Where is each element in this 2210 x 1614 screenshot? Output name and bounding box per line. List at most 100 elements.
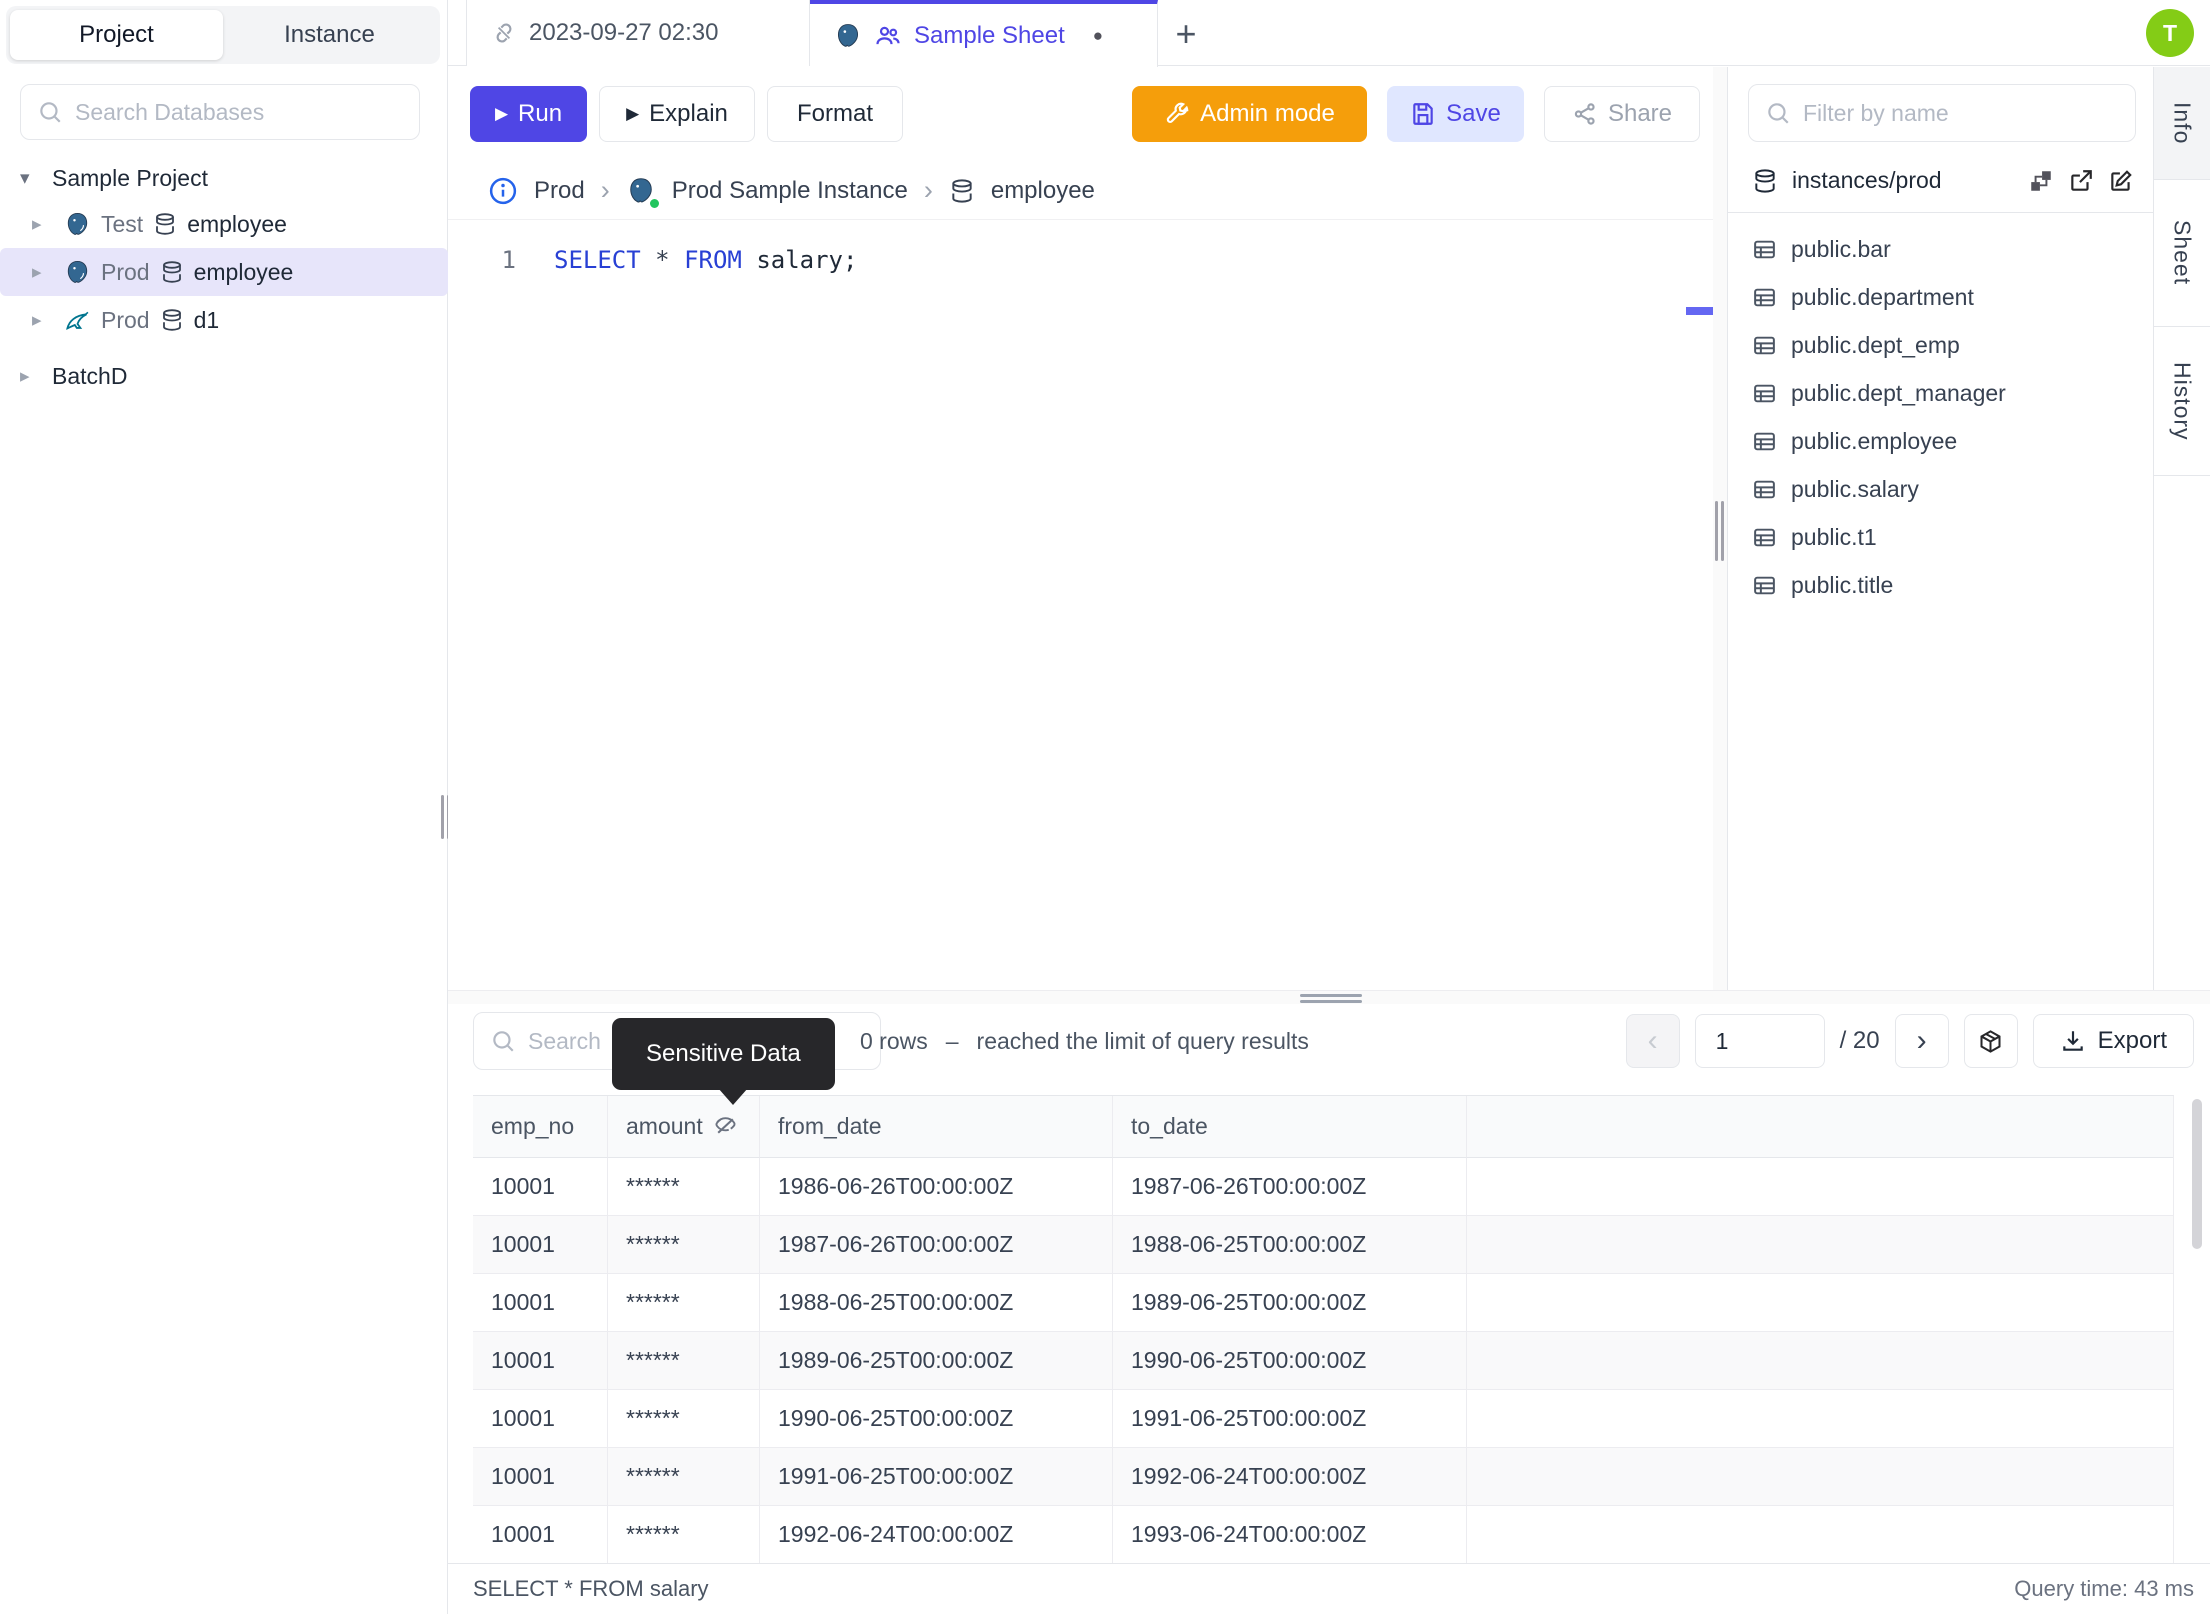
postgresql-icon — [626, 176, 661, 210]
table-row: 10001 ****** 1991-06-25T00:00:00Z 1992-06-2… — [473, 1448, 2173, 1506]
column-header[interactable]: amount — [608, 1096, 760, 1158]
table-icon — [1752, 525, 1777, 550]
schema-sidebar: instances/prod public.bar public.departm… — [1727, 67, 2154, 990]
tree-item-prod-d1[interactable]: ▸ Prod d1 — [0, 296, 448, 344]
table-body: 10001 ****** 1986-06-26T00:00:00Z 1987-06-2… — [473, 1158, 2173, 1564]
right-panel-splitter[interactable] — [1713, 67, 1727, 990]
table-item[interactable]: public.dept_emp — [1728, 321, 2154, 369]
column-header-empty — [1467, 1096, 2173, 1158]
admin-mode-button[interactable]: Admin mode — [1132, 86, 1367, 142]
chevron-right-icon: › — [923, 175, 933, 205]
table-item[interactable]: public.salary — [1728, 465, 2154, 513]
filter-by-name-input[interactable] — [1803, 99, 2119, 127]
table-list: public.bar public.department public.dept… — [1728, 225, 2154, 609]
search-icon — [37, 99, 63, 125]
table-item[interactable]: public.dept_manager — [1728, 369, 2154, 417]
status-bar: SELECT * FROM salary Query time: 43 ms — [448, 1563, 2210, 1614]
splitter-grip-icon — [1300, 994, 1362, 1003]
save-button[interactable]: Save — [1387, 86, 1524, 142]
column-header[interactable]: to_date — [1113, 1096, 1467, 1158]
breadcrumb-database[interactable]: employee — [991, 177, 1095, 205]
scope-label: instances/prod — [1792, 167, 1942, 193]
edit-icon[interactable] — [2108, 168, 2134, 194]
sheet-tab-timestamp[interactable]: 2023-09-27 02:30 — [466, 0, 810, 66]
tree-item-sample-project[interactable]: ▾ Sample Project — [0, 156, 448, 200]
postgresql-icon — [64, 259, 91, 286]
breadcrumb-instance[interactable]: Prod Sample Instance — [672, 177, 908, 205]
table-filter — [1748, 84, 2136, 142]
table-item[interactable]: public.department — [1728, 273, 2154, 321]
tab-info[interactable]: Info — [2154, 67, 2210, 180]
splitter-grip-icon — [1715, 501, 1725, 561]
executed-query: SELECT * FROM salary — [473, 1576, 709, 1601]
play-icon: ▶ — [494, 104, 509, 123]
table-row: 10001 ****** 1990-06-25T00:00:00Z 1991-06-2… — [473, 1390, 2173, 1448]
table-icon — [1752, 285, 1777, 310]
editor-pane: ▶ Run ▶ Explain Format Admin mode Save S… — [448, 67, 1714, 990]
table-item[interactable]: public.employee — [1728, 417, 2154, 465]
caret-right-icon: ▸ — [32, 309, 42, 331]
save-label: Save — [1446, 100, 1501, 127]
dash: – — [945, 1027, 959, 1054]
results-panel-splitter[interactable] — [448, 990, 2210, 1004]
table-item[interactable]: public.title — [1728, 561, 2154, 609]
next-page-button[interactable]: › — [1894, 1014, 1949, 1068]
tree-item-batchd[interactable]: ▸ BatchD — [0, 352, 448, 400]
online-status-dot — [647, 196, 661, 210]
mysql-icon — [64, 307, 91, 334]
export-button[interactable]: Export — [2032, 1014, 2194, 1068]
share-icon — [1572, 101, 1598, 127]
tab-instance[interactable]: Instance — [223, 10, 436, 60]
export-label: Export — [2097, 1027, 2167, 1054]
table-row: 10001 ****** 1986-06-26T00:00:00Z 1987-06-2… — [473, 1158, 2173, 1216]
new-tab-button[interactable]: + — [1162, 10, 1210, 58]
page-total: / 20 — [1839, 1027, 1880, 1054]
explain-button[interactable]: ▶ Explain — [599, 86, 755, 142]
tree-item-prod-employee-selected[interactable]: ▸ Prod employee — [0, 248, 448, 296]
sidebar-mode-switch: Project Instance — [6, 6, 440, 64]
prev-page-button[interactable]: ‹ — [1625, 1014, 1680, 1068]
query-time: Query time: 43 ms — [2014, 1576, 2194, 1601]
sheet-tab-bar: 2023-09-27 02:30 Sample Sheet ● + T — [448, 0, 2210, 67]
search-databases-input[interactable] — [75, 98, 403, 126]
explain-label: Explain — [649, 100, 728, 127]
sql-editor[interactable]: 1 SELECT * FROM salary; — [448, 220, 1688, 990]
run-button[interactable]: ▶ Run — [470, 86, 587, 142]
share-button[interactable]: Share — [1544, 86, 1700, 142]
database-tree: ▾ Sample Project ▸ Test employee ▸ Prod … — [0, 156, 448, 400]
column-header[interactable]: emp_no — [473, 1096, 608, 1158]
tooltip-text: Sensitive Data — [646, 1040, 801, 1067]
results-summary: 0 rows – reached the limit of query resu… — [860, 1012, 1309, 1070]
page-number-input[interactable] — [1694, 1014, 1825, 1068]
wrench-icon — [1164, 101, 1190, 127]
table-item[interactable]: public.bar — [1728, 225, 2154, 273]
instance-scope-header: instances/prod — [1728, 159, 2154, 213]
search-icon — [490, 1028, 516, 1054]
tree-item-test-employee[interactable]: ▸ Test employee — [0, 200, 448, 248]
share-label: Share — [1607, 100, 1673, 127]
format-button[interactable]: Format — [767, 86, 903, 142]
info-icon[interactable] — [488, 176, 518, 206]
environment-label: Prod — [101, 306, 150, 333]
table-icon — [1752, 381, 1777, 406]
tab-sheet[interactable]: Sheet — [2154, 180, 2210, 327]
editor-toolbar: ▶ Run ▶ Explain Format Admin mode Save S… — [448, 86, 1713, 142]
results-scrollbar[interactable] — [2192, 1099, 2202, 1249]
tab-project[interactable]: Project — [10, 10, 223, 60]
sensitive-data-tooltip: Sensitive Data — [612, 1018, 835, 1105]
schema-diagram-icon[interactable] — [2028, 168, 2054, 194]
column-header[interactable]: from_date — [760, 1096, 1113, 1158]
eye-off-icon[interactable] — [713, 1114, 738, 1139]
table-item[interactable]: public.t1 — [1728, 513, 2154, 561]
package-button[interactable] — [1963, 1014, 2018, 1068]
sql-code[interactable]: SELECT * FROM salary; — [554, 246, 857, 274]
external-link-icon[interactable] — [2068, 168, 2094, 194]
tab-history[interactable]: History — [2154, 327, 2210, 476]
sheet-tab-sample-sheet[interactable]: Sample Sheet ● — [810, 0, 1158, 67]
avatar[interactable]: T — [2146, 9, 2194, 57]
breadcrumb-environment[interactable]: Prod — [534, 177, 585, 205]
database-search — [20, 84, 420, 140]
table-row: 10001 ****** 1988-06-25T00:00:00Z 1989-06-2… — [473, 1274, 2173, 1332]
limit-note: reached the limit of query results — [976, 1027, 1309, 1054]
main-area: 2023-09-27 02:30 Sample Sheet ● + T ▶ Ru… — [448, 0, 2210, 1614]
